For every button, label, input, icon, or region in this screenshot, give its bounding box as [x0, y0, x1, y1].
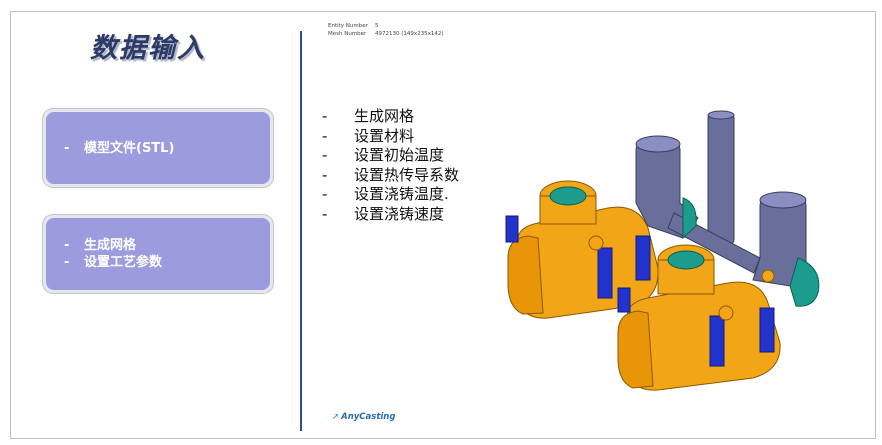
entity-number-row: Entity Number 5: [328, 23, 379, 29]
list-item: - 设置热传导系数: [322, 166, 459, 186]
bullet-dash: -: [322, 126, 328, 145]
list-item-label: 模型文件(STL): [84, 140, 175, 156]
list-item: - 设置初始温度: [322, 146, 459, 166]
list-item: - 生成网格: [64, 237, 270, 254]
entity-info: Entity Number 5 Mesh Number 4972130 (149x2…: [328, 22, 444, 38]
list-item: - 设置工艺参数: [64, 254, 270, 271]
divider-line: [300, 31, 302, 431]
input-box-model-inner: - 模型文件(STL): [46, 112, 270, 184]
list-item-label: 设置工艺参数: [84, 255, 163, 270]
mesh-number-row: Mesh Number 4972130 (149x235x142): [328, 31, 444, 37]
bullet-dash: -: [322, 204, 328, 223]
slide-title: 数据输入: [90, 33, 206, 64]
step-label: 设置热传导系数: [354, 165, 460, 184]
anycasting-logo: ➚ AnyCasting: [332, 412, 395, 422]
list-item: - 设置材料: [322, 127, 459, 147]
bullet-dash: -: [322, 107, 328, 125]
bullet-dash: -: [64, 255, 70, 270]
list-item: - 模型文件(STL): [64, 140, 270, 157]
step-label: 设置浇铸速度: [354, 204, 445, 223]
list-item: - 设置浇铸速度: [322, 205, 459, 225]
input-box-model: - 模型文件(STL): [43, 109, 273, 187]
logo-mark-icon: ➚: [332, 412, 340, 422]
casting-model-image: [505, 110, 820, 391]
logo-text: AnyCasting: [341, 412, 396, 422]
step-label: 设置初始温度: [354, 146, 445, 164]
list-item-label: 生成网格: [84, 238, 137, 253]
bullet-dash: -: [64, 238, 70, 253]
list-item: - 设置浇铸温度.: [322, 185, 459, 205]
input-box-process: - 生成网格 - 设置工艺参数: [43, 215, 273, 293]
step-label: 设置浇铸温度.: [354, 185, 449, 203]
step-label: 生成网格: [354, 107, 415, 125]
step-list: - 生成网格 - 设置材料 - 设置初始温度 - 设置热传导系数 - 设置浇铸温度. - 设…: [322, 107, 459, 224]
bullet-dash: -: [322, 185, 328, 203]
input-box-process-inner: - 生成网格 - 设置工艺参数: [46, 218, 270, 290]
list-item: - 生成网格: [322, 107, 459, 127]
bullet-dash: -: [322, 165, 328, 184]
bullet-dash: -: [322, 146, 328, 164]
bullet-dash: -: [64, 140, 70, 156]
step-label: 设置材料: [354, 126, 415, 145]
